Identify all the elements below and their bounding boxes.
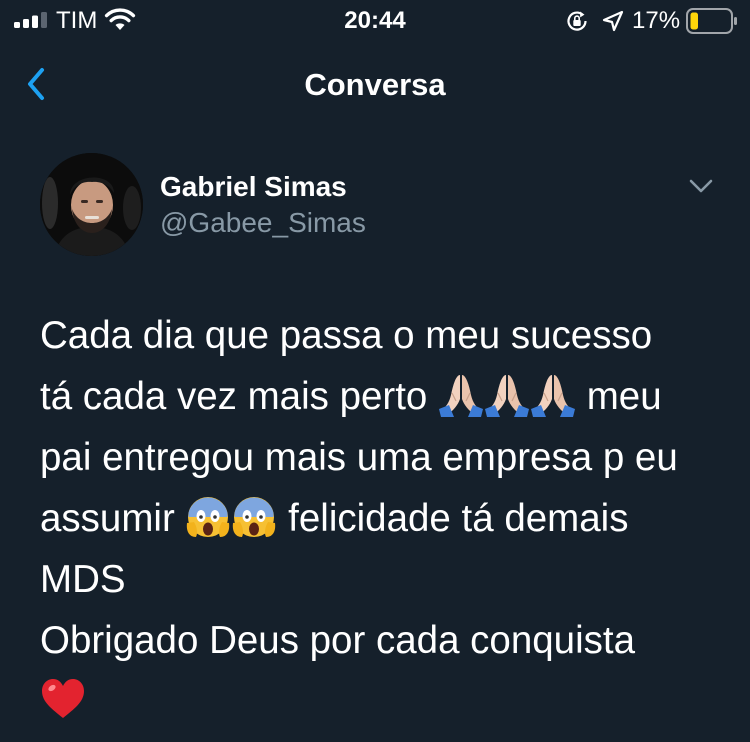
location-icon [602, 10, 624, 32]
chevron-down-icon[interactable] [686, 174, 716, 198]
tweet-line: assumir felicidade tá demais [40, 488, 730, 549]
avatar-photo [40, 153, 143, 256]
tweet-line [40, 671, 730, 732]
tweet-text-segment: meu [576, 375, 662, 418]
avatar[interactable] [40, 153, 143, 256]
tweet-line: tá cada vez mais perto meu [40, 366, 730, 427]
status-bar: TIM 20:44 17% [0, 0, 750, 44]
battery-percent: 17% [632, 7, 681, 34]
author-handle[interactable]: @Gabee_Simas [160, 206, 366, 240]
author-name[interactable]: Gabriel Simas [160, 170, 347, 204]
tweet-line: pai entregou mais uma empresa p eu [40, 436, 678, 479]
screaming-face-emoji [185, 493, 231, 539]
folded-hands-emoji [484, 371, 530, 417]
tweet-text-segment: assumir [40, 497, 186, 540]
red-heart-emoji [40, 676, 86, 722]
tweet-text-segment: felicidade tá demais [277, 497, 629, 540]
nav-header: Conversa [0, 56, 750, 112]
page-title: Conversa [304, 67, 446, 102]
folded-hands-emoji [530, 371, 576, 417]
battery-icon [686, 8, 737, 34]
tweet-line: MDS [40, 558, 126, 601]
tweet-line: Obrigado Deus por cada conquista [40, 619, 635, 662]
folded-hands-emoji [438, 371, 484, 417]
rotation-lock-icon [567, 11, 587, 31]
tweet-text: Cada dia que passa o meu sucesso tá cada… [40, 305, 730, 732]
tweet-text-segment: tá cada vez mais perto [40, 375, 439, 418]
screaming-face-emoji [231, 493, 277, 539]
tweet-line: Cada dia que passa o meu sucesso [40, 314, 653, 357]
